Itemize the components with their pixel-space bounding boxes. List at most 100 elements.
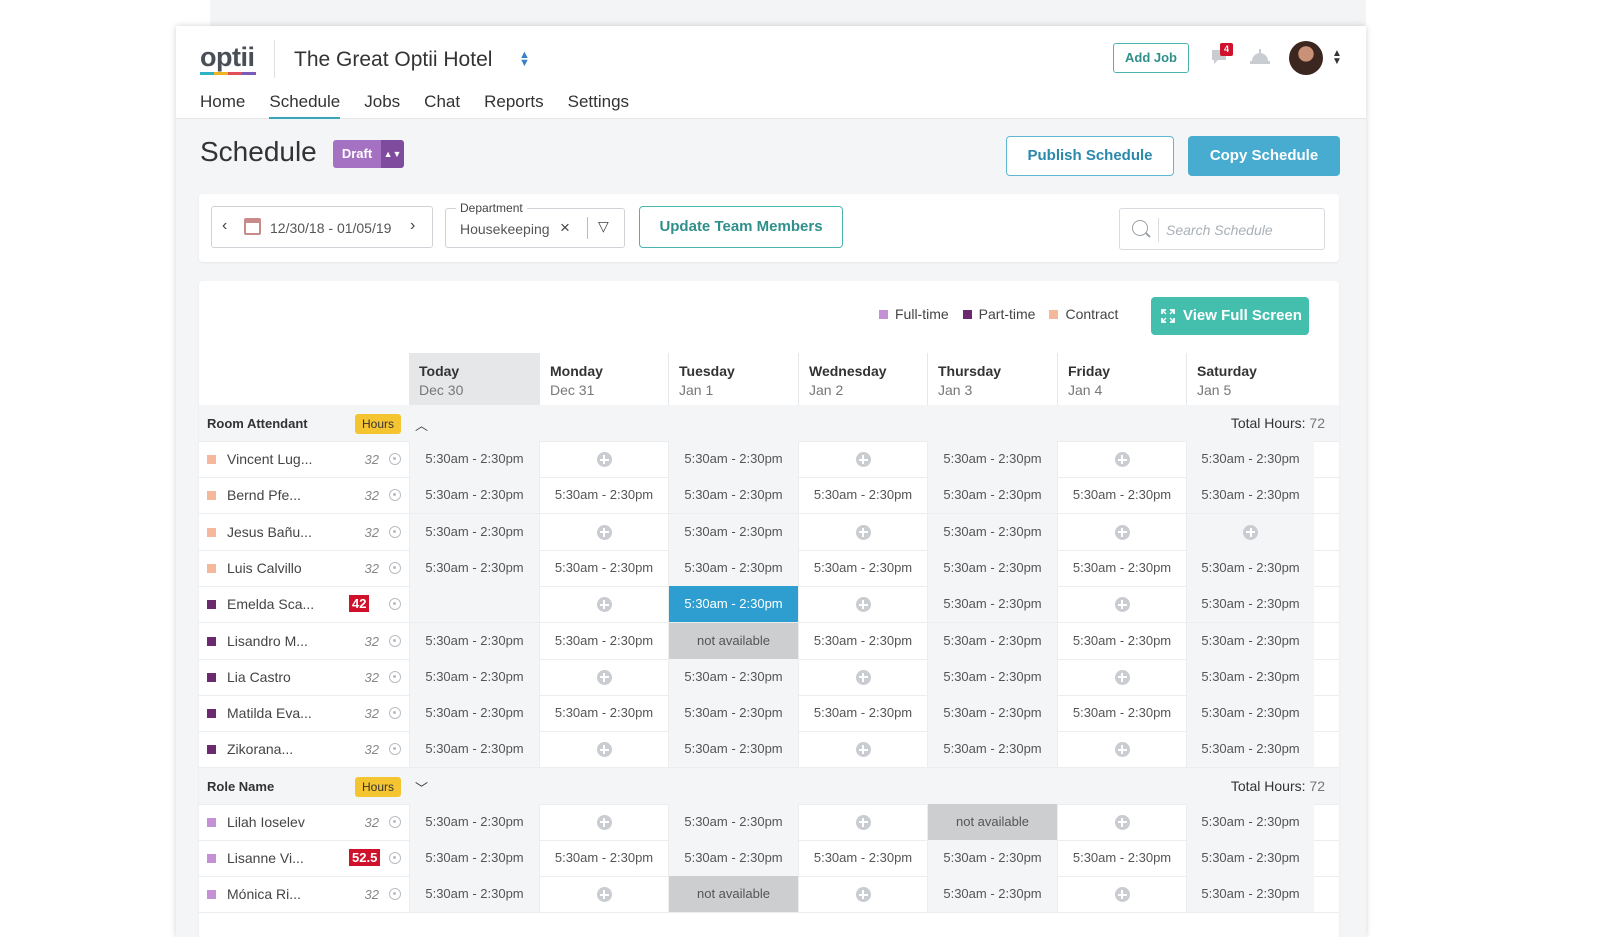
unavailable-cell[interactable]: not available bbox=[668, 622, 798, 659]
add-shift-icon[interactable] bbox=[1114, 597, 1130, 613]
info-icon[interactable] bbox=[389, 598, 401, 611]
info-icon[interactable] bbox=[389, 743, 401, 756]
shift-cell[interactable]: 5:30am - 2:30pm bbox=[539, 549, 668, 586]
add-shift-icon[interactable] bbox=[596, 669, 612, 685]
add-shift-icon[interactable] bbox=[596, 597, 612, 613]
nav-schedule[interactable]: Schedule bbox=[269, 92, 341, 119]
nav-jobs[interactable]: Jobs bbox=[364, 92, 400, 119]
add-shift-icon[interactable] bbox=[596, 814, 612, 830]
employee-name[interactable]: Lia Castro bbox=[227, 669, 291, 685]
shift-cell[interactable]: 5:30am - 2:30pm bbox=[409, 658, 539, 695]
add-shift-cell[interactable] bbox=[798, 513, 927, 550]
add-shift-cell[interactable] bbox=[539, 513, 668, 550]
shift-cell[interactable]: 5:30am - 2:30pm bbox=[1186, 876, 1314, 913]
info-icon[interactable] bbox=[389, 489, 401, 502]
shift-cell[interactable]: 5:30am - 2:30pm bbox=[409, 731, 539, 768]
shift-cell[interactable]: 5:30am - 2:30pm bbox=[927, 695, 1057, 732]
shift-cell[interactable]: 5:30am - 2:30pm bbox=[668, 803, 798, 840]
add-shift-cell[interactable] bbox=[1057, 513, 1186, 550]
shift-cell[interactable]: 5:30am - 2:30pm bbox=[798, 622, 927, 659]
shift-cell[interactable]: 5:30am - 2:30pm bbox=[668, 441, 798, 477]
shift-cell[interactable]: 5:30am - 2:30pm bbox=[668, 513, 798, 550]
shift-cell[interactable]: 5:30am - 2:30pm bbox=[409, 513, 539, 550]
employee-name[interactable]: Mónica Ri... bbox=[227, 886, 301, 902]
service-bell-icon[interactable] bbox=[1249, 46, 1271, 71]
shift-cell[interactable]: 5:30am - 2:30pm bbox=[927, 658, 1057, 695]
add-shift-cell[interactable] bbox=[798, 876, 927, 913]
add-shift-cell[interactable] bbox=[1057, 658, 1186, 695]
shift-cell[interactable]: 5:30am - 2:30pm bbox=[1186, 803, 1314, 840]
shift-cell[interactable]: 5:30am - 2:30pm bbox=[409, 441, 539, 477]
add-shift-cell[interactable] bbox=[539, 586, 668, 623]
user-avatar[interactable] bbox=[1289, 41, 1323, 75]
shift-cell[interactable]: 5:30am - 2:30pm bbox=[539, 695, 668, 732]
add-shift-icon[interactable] bbox=[1114, 814, 1130, 830]
add-shift-cell[interactable] bbox=[798, 441, 927, 477]
user-menu-caret-icon[interactable]: ▲ ▼ bbox=[1332, 49, 1342, 67]
info-icon[interactable] bbox=[389, 561, 401, 574]
info-icon[interactable] bbox=[389, 525, 401, 538]
info-icon[interactable] bbox=[389, 707, 401, 720]
add-shift-icon[interactable] bbox=[596, 742, 612, 758]
shift-cell[interactable]: 5:30am - 2:30pm bbox=[927, 876, 1057, 913]
employee-name[interactable]: Lisandro M... bbox=[227, 633, 308, 649]
employee-name[interactable]: Emelda Sca... bbox=[227, 596, 314, 612]
add-shift-icon[interactable] bbox=[1114, 669, 1130, 685]
info-icon[interactable] bbox=[389, 634, 401, 647]
add-shift-cell[interactable] bbox=[798, 586, 927, 623]
shift-cell[interactable]: 5:30am - 2:30pm bbox=[668, 840, 798, 876]
shift-cell[interactable]: 5:30am - 2:30pm bbox=[1186, 840, 1314, 876]
shift-cell[interactable]: 5:30am - 2:30pm bbox=[927, 477, 1057, 514]
chevron-up-icon[interactable]: ︿ bbox=[415, 415, 428, 434]
shift-cell[interactable]: 5:30am - 2:30pm bbox=[1186, 441, 1314, 477]
shift-cell[interactable]: 5:30am - 2:30pm bbox=[668, 695, 798, 732]
add-shift-cell[interactable] bbox=[539, 731, 668, 768]
shift-cell[interactable]: 5:30am - 2:30pm bbox=[798, 840, 927, 876]
add-shift-cell[interactable] bbox=[1057, 731, 1186, 768]
shift-cell[interactable]: 5:30am - 2:30pm bbox=[1186, 658, 1314, 695]
shift-cell[interactable]: 5:30am - 2:30pm bbox=[1186, 622, 1314, 659]
add-shift-cell[interactable] bbox=[798, 803, 927, 840]
shift-cell[interactable] bbox=[409, 586, 539, 623]
add-shift-icon[interactable] bbox=[1114, 452, 1130, 468]
nav-chat[interactable]: Chat bbox=[424, 92, 460, 119]
optii-logo[interactable]: optii bbox=[200, 42, 255, 73]
sort-caret-icon[interactable]: ▲ ▼ bbox=[519, 50, 530, 69]
status-badge[interactable]: Draft bbox=[333, 140, 381, 168]
shift-cell[interactable]: 5:30am - 2:30pm bbox=[1057, 622, 1186, 659]
employee-name[interactable]: Bernd Pfe... bbox=[227, 487, 301, 503]
add-shift-icon[interactable] bbox=[596, 887, 612, 903]
hours-badge[interactable]: Hours bbox=[355, 414, 401, 434]
department-select[interactable]: Department Housekeeping × ▽ bbox=[445, 201, 625, 248]
shift-cell[interactable]: 5:30am - 2:30pm bbox=[409, 477, 539, 514]
status-dropdown[interactable]: Draft ▲▼ bbox=[333, 140, 404, 168]
shift-cell[interactable]: 5:30am - 2:30pm bbox=[409, 695, 539, 732]
shift-cell[interactable]: 5:30am - 2:30pm bbox=[1186, 549, 1314, 586]
add-shift-icon[interactable] bbox=[855, 597, 871, 613]
view-full-screen-button[interactable]: View Full Screen bbox=[1151, 297, 1309, 335]
add-shift-cell[interactable] bbox=[798, 658, 927, 695]
employee-name[interactable]: Matilda Eva... bbox=[227, 705, 312, 721]
info-icon[interactable] bbox=[389, 888, 401, 901]
info-icon[interactable] bbox=[389, 453, 401, 465]
add-shift-icon[interactable] bbox=[596, 524, 612, 540]
shift-cell[interactable]: 5:30am - 2:30pm bbox=[798, 549, 927, 586]
add-shift-icon[interactable] bbox=[1114, 524, 1130, 540]
add-shift-icon[interactable] bbox=[1114, 887, 1130, 903]
shift-cell[interactable]: 5:30am - 2:30pm bbox=[1057, 477, 1186, 514]
add-shift-icon[interactable] bbox=[855, 524, 871, 540]
shift-cell[interactable]: 5:30am - 2:30pm bbox=[668, 658, 798, 695]
shift-cell[interactable]: 5:30am - 2:30pm bbox=[927, 840, 1057, 876]
add-shift-icon[interactable] bbox=[855, 452, 871, 468]
info-icon[interactable] bbox=[389, 852, 401, 864]
add-shift-cell[interactable] bbox=[539, 876, 668, 913]
update-team-members-button[interactable]: Update Team Members bbox=[639, 206, 843, 248]
shift-cell[interactable]: 5:30am - 2:30pm bbox=[927, 549, 1057, 586]
shift-cell[interactable]: 5:30am - 2:30pm bbox=[1186, 477, 1314, 514]
hotel-selector[interactable]: The Great Optii Hotel bbox=[294, 48, 492, 72]
shift-cell[interactable]: 5:30am - 2:30pm bbox=[927, 441, 1057, 477]
add-shift-icon[interactable] bbox=[1114, 742, 1130, 758]
shift-cell[interactable]: 5:30am - 2:30pm bbox=[539, 840, 668, 876]
group-row[interactable]: Role Name Hours ﹀ Total Hours: 72 bbox=[199, 767, 1339, 805]
shift-cell[interactable]: 5:30am - 2:30pm bbox=[1057, 840, 1186, 876]
